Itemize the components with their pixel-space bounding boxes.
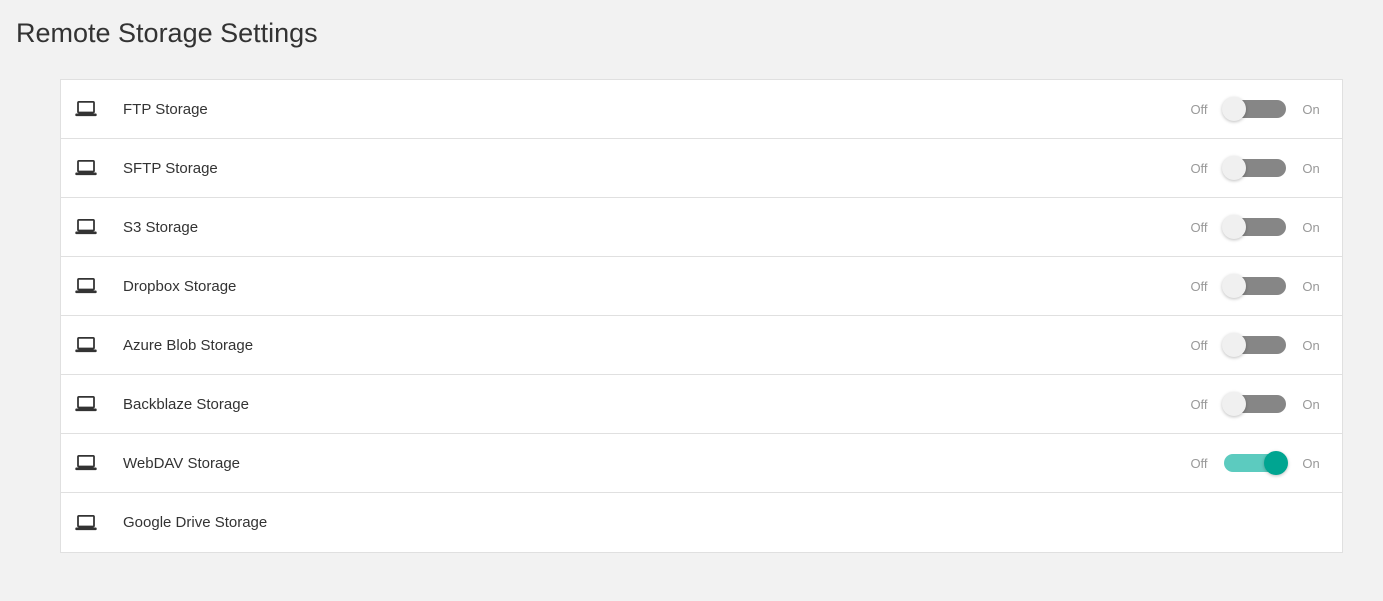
toggle-off-label: Off — [1188, 397, 1210, 412]
toggle-off-label: Off — [1188, 161, 1210, 176]
toggle-off-label: Off — [1188, 338, 1210, 353]
laptop-icon — [75, 337, 97, 353]
storage-label: WebDAV Storage — [123, 455, 1188, 472]
toggle-group: Off On — [1188, 452, 1322, 474]
storage-label: Dropbox Storage — [123, 278, 1188, 295]
toggle-on-label: On — [1300, 338, 1322, 353]
toggle-off-label: Off — [1188, 220, 1210, 235]
toggle-switch[interactable] — [1224, 157, 1286, 179]
laptop-icon — [75, 101, 97, 117]
storage-row-google-drive[interactable]: Google Drive Storage Off On — [61, 493, 1342, 552]
toggle-on-label: On — [1300, 102, 1322, 117]
laptop-icon — [75, 396, 97, 412]
toggle-group: Off On — [1188, 334, 1322, 356]
toggle-off-label: Off — [1188, 279, 1210, 294]
storage-row-sftp[interactable]: SFTP Storage Off On — [61, 139, 1342, 198]
storage-row-azure[interactable]: Azure Blob Storage Off On — [61, 316, 1342, 375]
storage-label: Backblaze Storage — [123, 396, 1188, 413]
laptop-icon — [75, 160, 97, 176]
storage-list: FTP Storage Off On SFTP Storage Off On S… — [60, 79, 1343, 553]
toggle-off-label: Off — [1188, 456, 1210, 471]
toggle-switch[interactable] — [1224, 334, 1286, 356]
storage-row-webdav[interactable]: WebDAV Storage Off On — [61, 434, 1342, 493]
storage-row-dropbox[interactable]: Dropbox Storage Off On — [61, 257, 1342, 316]
storage-label: S3 Storage — [123, 219, 1188, 236]
storage-label: FTP Storage — [123, 101, 1188, 118]
toggle-group: Off On — [1188, 393, 1322, 415]
toggle-group: Off On — [1188, 157, 1322, 179]
toggle-on-label: On — [1300, 161, 1322, 176]
toggle-switch[interactable] — [1224, 216, 1286, 238]
storage-label: Azure Blob Storage — [123, 337, 1188, 354]
storage-label: Google Drive Storage — [123, 514, 1188, 531]
storage-row-backblaze[interactable]: Backblaze Storage Off On — [61, 375, 1342, 434]
toggle-switch[interactable] — [1224, 275, 1286, 297]
page-title: Remote Storage Settings — [0, 0, 1383, 49]
toggle-on-label: On — [1300, 456, 1322, 471]
laptop-icon — [75, 278, 97, 294]
storage-label: SFTP Storage — [123, 160, 1188, 177]
toggle-off-label: Off — [1188, 102, 1210, 117]
toggle-switch[interactable] — [1224, 393, 1286, 415]
storage-row-s3[interactable]: S3 Storage Off On — [61, 198, 1342, 257]
laptop-icon — [75, 515, 97, 531]
toggle-group: Off On — [1188, 275, 1322, 297]
toggle-on-label: On — [1300, 397, 1322, 412]
toggle-switch[interactable] — [1224, 98, 1286, 120]
toggle-on-label: On — [1300, 279, 1322, 294]
toggle-group: Off On — [1188, 98, 1322, 120]
laptop-icon — [75, 219, 97, 235]
toggle-group: Off On — [1188, 216, 1322, 238]
toggle-switch[interactable] — [1224, 452, 1286, 474]
laptop-icon — [75, 455, 97, 471]
toggle-on-label: On — [1300, 220, 1322, 235]
storage-row-ftp[interactable]: FTP Storage Off On — [61, 80, 1342, 139]
